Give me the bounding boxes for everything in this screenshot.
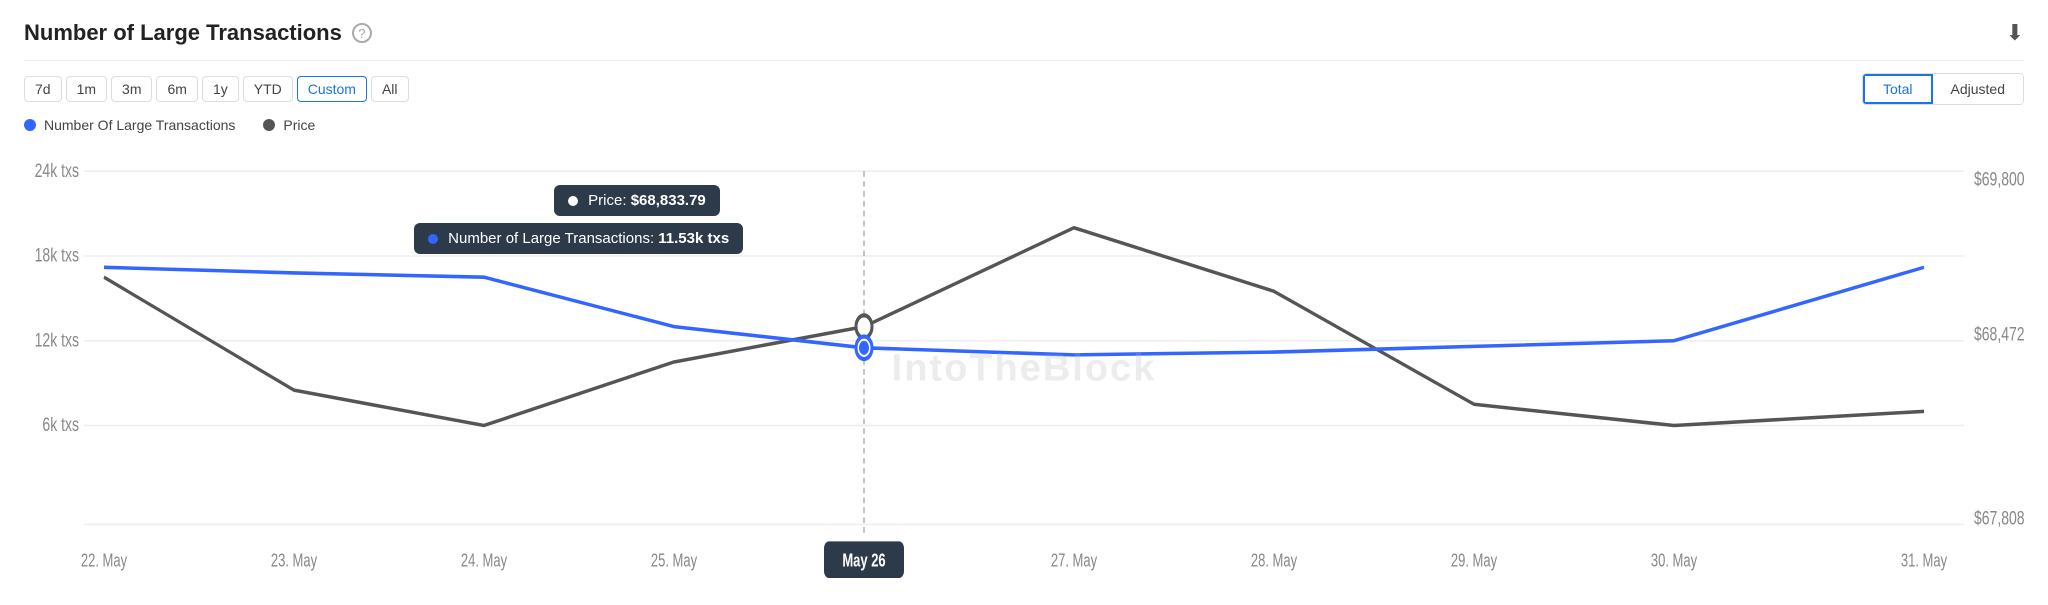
- main-chart-svg: 24k txs 18k txs 12k txs 6k txs $69,800 $…: [24, 143, 2024, 595]
- legend-item-txs: Number Of Large Transactions: [24, 117, 235, 133]
- legend-dot-price: [263, 119, 275, 131]
- time-btn-7d[interactable]: 7d: [24, 76, 62, 102]
- legend-item-price: Price: [263, 117, 315, 133]
- view-btn-total[interactable]: Total: [1863, 74, 1933, 104]
- legend-dot-txs: [24, 119, 36, 131]
- svg-text:23. May: 23. May: [271, 552, 317, 572]
- svg-text:24. May: 24. May: [461, 552, 507, 572]
- view-btn-adjusted[interactable]: Adjusted: [1933, 74, 2023, 104]
- legend-row: Number Of Large Transactions Price: [24, 113, 2024, 139]
- chart-container: Number of Large Transactions ? ⬇ 7d 1m 3…: [0, 0, 2048, 605]
- chart-area: IntoTheBlock 24k txs 18k txs 12k txs 6k …: [24, 143, 2024, 595]
- legend-label-txs: Number Of Large Transactions: [44, 117, 235, 133]
- header-row: Number of Large Transactions ? ⬇: [24, 20, 2024, 61]
- time-buttons: 7d 1m 3m 6m 1y YTD Custom All: [24, 76, 409, 102]
- svg-text:18k txs: 18k txs: [35, 243, 79, 266]
- view-toggle: Total Adjusted: [1862, 73, 2024, 105]
- svg-text:29. May: 29. May: [1451, 552, 1497, 572]
- svg-text:May 26: May 26: [842, 552, 885, 572]
- svg-text:22. May: 22. May: [81, 552, 127, 572]
- svg-text:30. May: 30. May: [1651, 552, 1697, 572]
- time-btn-3m[interactable]: 3m: [111, 76, 152, 102]
- svg-text:25. May: 25. May: [651, 552, 697, 572]
- svg-text:$68,472: $68,472: [1974, 322, 2025, 345]
- svg-text:$69,800: $69,800: [1974, 167, 2025, 190]
- svg-text:31. May: 31. May: [1901, 552, 1947, 572]
- download-button[interactable]: ⬇: [2006, 20, 2024, 46]
- help-icon[interactable]: ?: [352, 23, 372, 43]
- title-group: Number of Large Transactions ?: [24, 20, 372, 46]
- svg-text:$67,808: $67,808: [1974, 506, 2025, 529]
- time-btn-custom[interactable]: Custom: [297, 76, 367, 102]
- svg-text:27. May: 27. May: [1051, 552, 1097, 572]
- svg-text:12k txs: 12k txs: [35, 328, 79, 351]
- controls-row: 7d 1m 3m 6m 1y YTD Custom All Total Adju…: [24, 61, 2024, 113]
- time-btn-all[interactable]: All: [371, 76, 409, 102]
- chart-title: Number of Large Transactions: [24, 20, 342, 46]
- svg-text:6k txs: 6k txs: [42, 413, 79, 436]
- time-btn-6m[interactable]: 6m: [156, 76, 197, 102]
- time-btn-ytd[interactable]: YTD: [243, 76, 293, 102]
- time-btn-1y[interactable]: 1y: [202, 76, 239, 102]
- legend-label-price: Price: [283, 117, 315, 133]
- time-btn-1m[interactable]: 1m: [66, 76, 107, 102]
- svg-text:24k txs: 24k txs: [35, 158, 79, 181]
- svg-text:28. May: 28. May: [1251, 552, 1297, 572]
